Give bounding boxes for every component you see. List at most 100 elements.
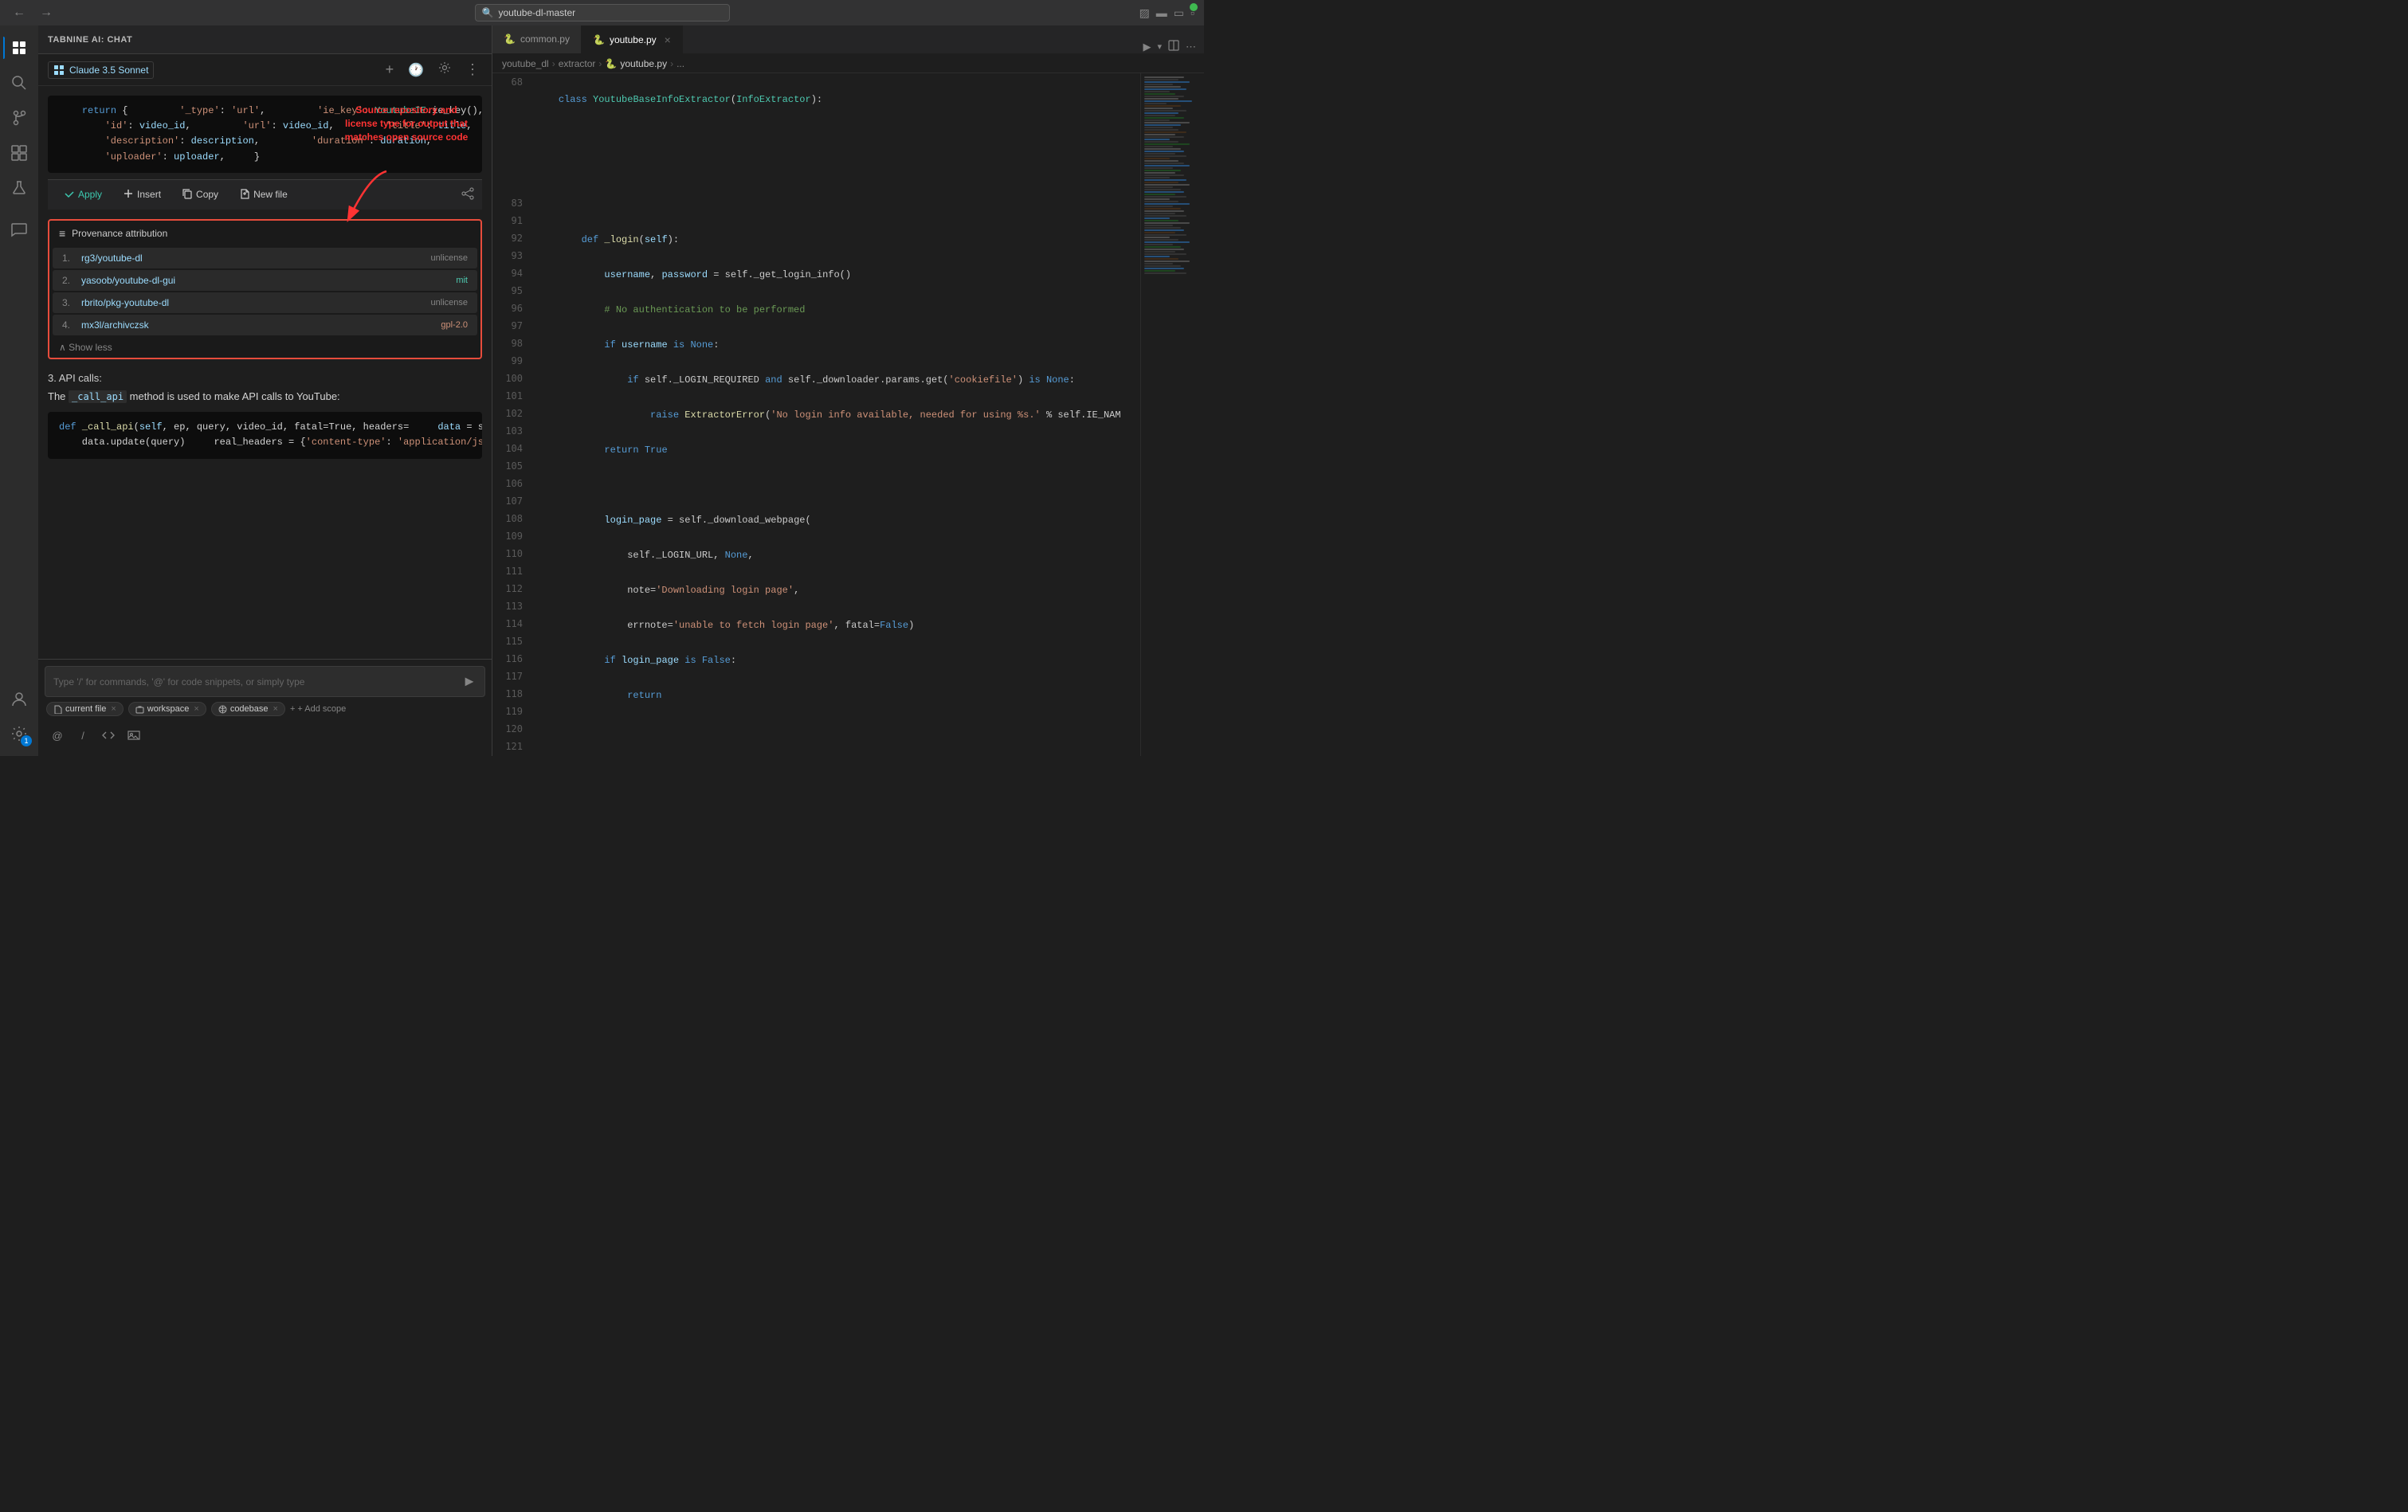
back-button[interactable]: ← (10, 4, 29, 22)
show-less-button[interactable]: ∧ Show less (49, 337, 480, 358)
chat-input-placeholder: Type '/' for commands, '@' for code snip… (53, 676, 456, 687)
breadcrumb-extractor: extractor (559, 58, 596, 69)
chat-panel: TABNINE AI: CHAT Claude 3.5 Sonnet + 🕐 ⋮… (38, 25, 492, 756)
provenance-header: ≡ Provenance attribution (49, 221, 480, 246)
action-bar: Apply Insert Copy (48, 179, 482, 210)
activity-bottom: 1 (3, 683, 35, 756)
activity-chat[interactable] (3, 213, 35, 245)
tab-common-py[interactable]: 🐍 common.py (492, 25, 582, 53)
section-3: 3. API calls: The _call_api method is us… (48, 369, 482, 406)
code-block-2: def _call_api(self, ep, query, video_id,… (48, 412, 482, 458)
image-button[interactable] (123, 724, 145, 746)
layout3-icon[interactable]: ▭ (1174, 6, 1184, 20)
split-editor-button[interactable] (1168, 40, 1179, 53)
breadcrumb-root: youtube_dl (502, 58, 549, 69)
chat-input-box[interactable]: Type '/' for commands, '@' for code snip… (45, 666, 485, 697)
tab-icon: 🐍 (504, 33, 516, 45)
activity-settings[interactable]: 1 (3, 718, 35, 750)
add-chat-button[interactable]: + (383, 59, 397, 80)
activity-source-control[interactable] (3, 102, 35, 134)
apply-icon (64, 188, 75, 202)
run-dropdown[interactable]: ▾ (1157, 41, 1162, 52)
provenance-item-4[interactable]: 4. mx3l/archivczsk gpl-2.0 (53, 315, 477, 335)
breadcrumb-ellipsis: ... (677, 58, 684, 69)
activity-search[interactable] (3, 67, 35, 99)
model-selector[interactable]: Claude 3.5 Sonnet (48, 61, 154, 79)
code-editor: 68 83 91 92 93 94 95 96 97 98 99 100 101… (492, 73, 1204, 756)
provenance-item-2[interactable]: 2. yasoob/youtube-dl-gui mit (53, 270, 477, 291)
section-3-text: The _call_api method is used to make API… (48, 387, 482, 406)
provenance-item-3[interactable]: 3. rbrito/pkg-youtube-dl unlicense (53, 292, 477, 313)
minimap-content (1141, 73, 1204, 278)
breadcrumb-file-icon: 🐍 (605, 58, 617, 69)
provenance-panel: ≡ Provenance attribution 1. rg3/youtube-… (48, 219, 482, 359)
run-button[interactable]: ▶ (1143, 41, 1151, 53)
chat-scope-bar: current file × workspace × codebase × + … (45, 697, 485, 721)
line-numbers: 68 83 91 92 93 94 95 96 97 98 99 100 101… (492, 73, 532, 756)
layout2-icon[interactable]: ▬ (1156, 6, 1167, 19)
tab-label-youtube: youtube.py (610, 34, 657, 45)
layout4-icon[interactable]: ▫ (1190, 6, 1194, 19)
code-button[interactable] (97, 724, 120, 746)
more-editor-button[interactable]: ⋯ (1186, 41, 1196, 53)
activity-extensions[interactable] (3, 137, 35, 169)
new-file-button[interactable]: New file (231, 185, 296, 205)
search-icon: 🔍 (482, 7, 494, 18)
at-button[interactable]: @ (46, 724, 69, 746)
model-name: Claude 3.5 Sonnet (69, 65, 148, 76)
copy-icon (182, 188, 193, 202)
more-options-button[interactable]: ⋮ (463, 59, 482, 80)
main-layout: 1 TABNINE AI: CHAT Claude 3.5 Sonnet + 🕐… (0, 25, 1204, 756)
history-button[interactable]: 🕐 (406, 60, 426, 80)
add-scope-button[interactable]: + + Add scope (290, 704, 346, 714)
remove-codebase-scope[interactable]: × (273, 704, 278, 714)
activity-tabnine[interactable] (3, 32, 35, 64)
tab-label-common: common.py (520, 33, 570, 45)
title-bar: ← → 🔍 youtube-dl-master ▨ ▬ ▭ ▫ (0, 0, 1204, 25)
insert-icon (123, 188, 134, 202)
chat-title: TABNINE AI: CHAT (48, 35, 132, 45)
apply-button[interactable]: Apply (56, 185, 110, 205)
annotation-text: Source repository and license type for o… (339, 104, 474, 143)
insert-button[interactable]: Insert (115, 185, 169, 205)
new-file-icon (239, 188, 250, 202)
chat-content[interactable]: return { '_type': 'url', 'ie_key': Youtu… (38, 86, 492, 659)
title-bar-search[interactable]: 🔍 youtube-dl-master (475, 4, 730, 22)
chat-toolbar-icons: + 🕐 ⋮ (383, 59, 482, 80)
activity-account[interactable] (3, 683, 35, 715)
code-content[interactable]: class YoutubeBaseInfoExtractor(InfoExtra… (532, 73, 1140, 756)
annotation-arrow (331, 167, 394, 231)
editor-area: 🐍 common.py 🐍 youtube.py × ▶ ▾ ⋯ youtube… (492, 25, 1204, 756)
scope-current-file[interactable]: current file × (46, 702, 124, 716)
breadcrumb-file: youtube.py (620, 58, 667, 69)
remove-current-file-scope[interactable]: × (111, 704, 116, 714)
scope-codebase[interactable]: codebase × (211, 702, 285, 716)
search-text: youtube-dl-master (498, 7, 575, 18)
provenance-item-1[interactable]: 1. rg3/youtube-dl unlicense (53, 248, 477, 268)
forward-button[interactable]: → (37, 4, 56, 22)
chat-input-area: Type '/' for commands, '@' for code snip… (38, 659, 492, 756)
scope-workspace[interactable]: workspace × (128, 702, 206, 716)
share-icon[interactable] (461, 187, 474, 202)
slash-button[interactable]: / (72, 724, 94, 746)
editor-actions: ▶ ▾ ⋯ (1143, 40, 1204, 53)
layout-icon[interactable]: ▨ (1139, 6, 1150, 20)
copy-button[interactable]: Copy (174, 185, 226, 205)
minimap[interactable] (1140, 73, 1204, 756)
code-annotation-block: return { '_type': 'url', 'ie_key': Youtu… (48, 96, 482, 173)
title-bar-left: ← → (10, 4, 56, 22)
tab-active-icon: 🐍 (593, 34, 605, 45)
activity-flask[interactable] (3, 172, 35, 204)
breadcrumb: youtube_dl › extractor › 🐍 youtube.py › … (492, 54, 1204, 73)
chat-header: TABNINE AI: CHAT (38, 25, 492, 54)
chat-toolbar: Claude 3.5 Sonnet + 🕐 ⋮ (38, 54, 492, 86)
section-3-label: 3. API calls: (48, 369, 482, 387)
editor-tabs: 🐍 common.py 🐍 youtube.py × ▶ ▾ ⋯ (492, 25, 1204, 54)
chat-settings-button[interactable] (436, 59, 453, 80)
send-button[interactable]: ► (462, 673, 477, 690)
title-bar-right: ▨ ▬ ▭ ▫ (1139, 6, 1194, 20)
remove-workspace-scope[interactable]: × (194, 704, 198, 714)
tab-youtube-py[interactable]: 🐍 youtube.py × (582, 25, 683, 53)
activity-bar: 1 (0, 25, 38, 756)
tab-close-button[interactable]: × (665, 33, 671, 46)
